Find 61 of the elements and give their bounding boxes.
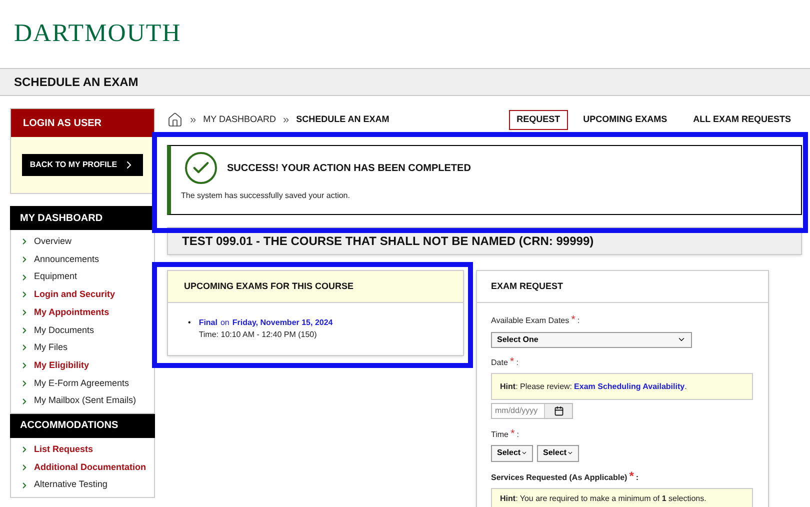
alert-message: The system has successfully saved your action. [181, 190, 351, 202]
required-mark: * [510, 427, 515, 442]
login-panel-header: LOGIN AS USER [11, 109, 154, 137]
sidebar-link[interactable]: My Appointments [34, 306, 110, 320]
sidebar-link[interactable]: Announcements [34, 252, 100, 266]
chevron-down-icon [677, 335, 686, 344]
field-label: Date [491, 356, 508, 368]
label-colon: : [577, 315, 580, 327]
exam-date-link[interactable]: Friday, November 15, 2024 [232, 317, 333, 329]
breadcrumb-link[interactable]: SCHEDULE AN EXAM [296, 113, 390, 127]
sidebar-link[interactable]: My Files [34, 341, 68, 355]
sidebar-link[interactable]: List Requests [34, 442, 94, 456]
logo[interactable]: DARTMOUTH [14, 15, 182, 53]
tab[interactable]: UPCOMING EXAMS [572, 110, 678, 130]
breadcrumb-separator: » [282, 112, 290, 128]
time-select[interactable]: Select [537, 444, 579, 462]
page-title-bar: SCHEDULE AN EXAM [0, 68, 810, 96]
tab[interactable]: REQUEST [508, 110, 568, 130]
exam-type-link[interactable]: Final [198, 317, 218, 329]
card-header: UPCOMING EXAMS FOR THIS COURSE [168, 271, 463, 303]
calendar-icon [554, 406, 564, 416]
label-colon: : [516, 356, 518, 368]
back-to-profile-button[interactable]: BACK TO MY PROFILE [22, 154, 144, 176]
breadcrumb-separator: » [190, 112, 196, 128]
hint-period: . [684, 380, 687, 392]
date-input[interactable]: mm/dd/yyyy [492, 404, 544, 418]
field-label: Available Exam Dates [491, 315, 570, 327]
required-mark: * [571, 313, 576, 328]
sidebar-link[interactable]: Overview [34, 235, 72, 249]
chevron-down-icon [566, 449, 573, 457]
sidebar-link[interactable]: Alternative Testing [34, 478, 108, 492]
bullet: • [188, 317, 191, 329]
required-mark: * [510, 354, 514, 370]
sidebar-link[interactable]: Login and Security [34, 288, 116, 302]
required-mark: * [629, 468, 634, 484]
sidebar-link[interactable]: My Mailbox (Sent Emails) [34, 394, 136, 408]
home-icon[interactable] [167, 112, 183, 128]
label-colon: : [516, 429, 519, 441]
alert-title: SUCCESS! YOUR ACTION HAS BEEN COMPLETED [227, 162, 471, 176]
hint-text: Hint: You are required to make a minimum of 1 selections. [500, 492, 706, 504]
exam-dates-select[interactable]: Select One [491, 332, 692, 348]
sidebar-link[interactable]: My E-Form Agreements [34, 376, 130, 390]
sidebar-link[interactable]: My Eligibility [34, 358, 90, 372]
chevron-down-icon [520, 449, 527, 457]
sidebar-link[interactable]: My Documents [34, 324, 94, 338]
hint-text: Hint: Please review: [500, 380, 572, 392]
label-colon: : [636, 472, 639, 484]
field-label: Services Requested (As Applicable) [491, 472, 628, 484]
sidebar-section-header: ACCOMMODATIONS [10, 414, 155, 438]
date-field[interactable]: mm/dd/yyyy [491, 403, 573, 419]
tab[interactable]: ALL EXAM REQUESTS [682, 110, 802, 130]
exam-time: Time: 10:10 AM - 12:40 PM (150) [198, 329, 318, 341]
card-header: EXAM REQUEST [477, 271, 768, 303]
exam-joiner: on [220, 317, 230, 329]
breadcrumb-link[interactable]: MY DASHBOARD [203, 113, 276, 127]
sidebar-section-header: MY DASHBOARD [10, 206, 155, 230]
sidebar-link[interactable]: Additional Documentation [34, 460, 146, 474]
availability-link[interactable]: Exam Scheduling Availability [574, 380, 685, 392]
time-select[interactable]: Select [491, 444, 533, 462]
field-label: Time [491, 429, 508, 441]
sidebar-link[interactable]: Equipment [34, 270, 78, 284]
